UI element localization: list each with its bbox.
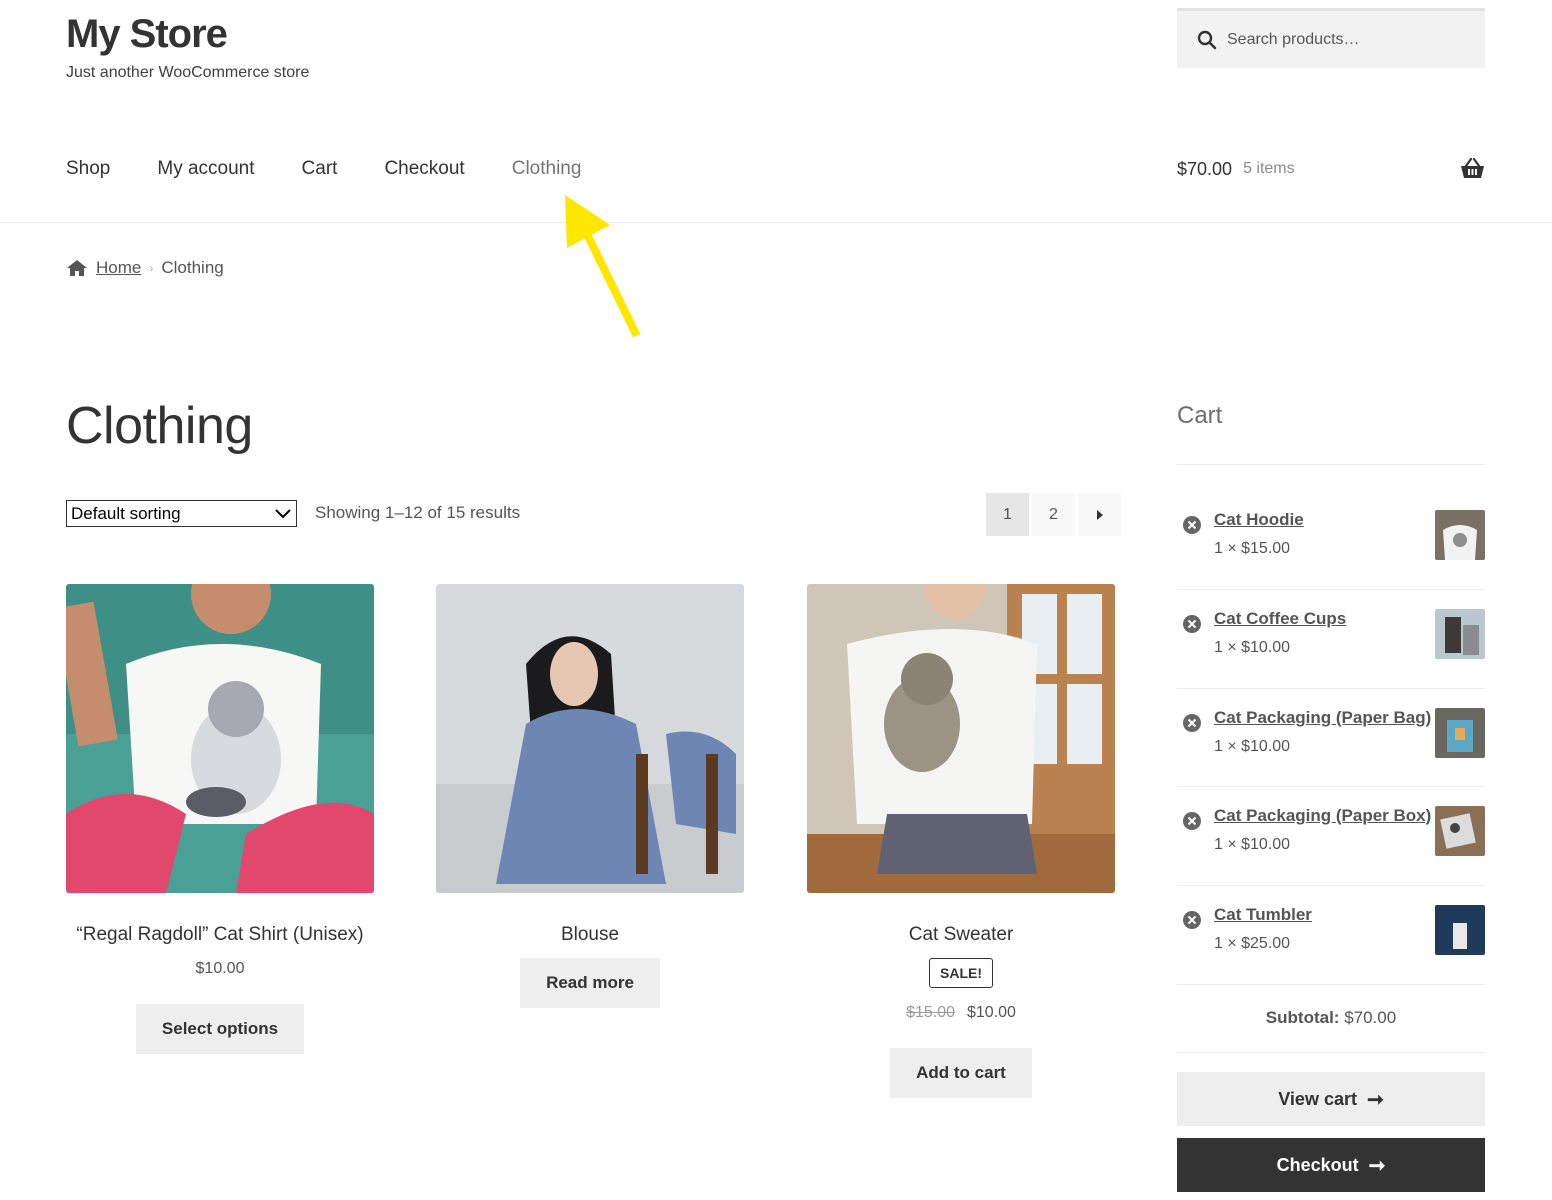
nav-clothing[interactable]: Clothing	[512, 158, 582, 180]
arrow-right-icon: ➞	[1366, 1088, 1384, 1111]
search-input[interactable]	[1227, 30, 1467, 49]
sort-select[interactable]: Default sorting	[66, 500, 297, 527]
product-image[interactable]	[436, 584, 744, 893]
view-cart-label: View cart	[1278, 1088, 1357, 1109]
subtotal-label: Subtotal:	[1265, 1008, 1340, 1027]
pagination: 1 2	[986, 493, 1121, 536]
result-count: Showing 1–12 of 15 results	[315, 503, 521, 522]
mini-cart-item-qty: 1 × $10.00	[1214, 639, 1291, 656]
cart-subtotal: Subtotal: $70.00	[1177, 1008, 1485, 1028]
product-image[interactable]	[807, 584, 1115, 893]
sale-badge: SALE!	[929, 958, 993, 988]
caret-right-icon	[1096, 509, 1103, 520]
remove-item-icon[interactable]	[1183, 516, 1201, 534]
mini-cart-item-qty: 1 × $10.00	[1214, 836, 1291, 853]
divider	[1177, 589, 1485, 590]
next-page-button[interactable]	[1078, 493, 1121, 536]
header-cart[interactable]: $70.00 5 items	[1177, 158, 1485, 180]
breadcrumb-home[interactable]: Home	[96, 258, 141, 278]
mini-cart-thumbnail[interactable]	[1435, 806, 1485, 856]
product-card: “Regal Ragdoll” Cat Shirt (Unisex) $10.0…	[66, 584, 374, 1054]
mini-cart-item: Cat Hoodie 1 × $15.00	[1177, 510, 1485, 609]
annotation-arrow-icon	[565, 195, 641, 338]
mini-cart-thumbnail[interactable]	[1435, 510, 1485, 560]
mini-cart-item-qty: 1 × $15.00	[1214, 540, 1291, 557]
divider	[1177, 984, 1485, 985]
product-name[interactable]: Cat Sweater	[807, 924, 1115, 946]
product-price: $10.00	[195, 960, 245, 977]
nav-shop[interactable]: Shop	[66, 158, 110, 180]
breadcrumb: Home › Clothing	[66, 258, 224, 278]
divider	[1177, 464, 1485, 465]
remove-item-icon[interactable]	[1183, 812, 1201, 830]
divider	[1177, 786, 1485, 787]
product-price: $15.00 $10.00	[807, 1004, 1115, 1022]
product-card: Cat Sweater SALE! $15.00 $10.00 Add to ca…	[807, 584, 1115, 1098]
mini-cart-item: Cat Packaging (Paper Bag) 1 × $10.00	[1177, 708, 1485, 807]
subtotal-value: $70.00	[1344, 1008, 1397, 1027]
view-cart-button[interactable]: View cart ➞	[1177, 1072, 1485, 1126]
nav-my-account[interactable]: My account	[157, 158, 254, 180]
mini-cart-item-name[interactable]: Cat Hoodie	[1214, 510, 1304, 530]
product-image[interactable]	[66, 584, 374, 893]
sort-select-value: Default sorting	[71, 503, 181, 523]
header-cart-count[interactable]: 5 items	[1243, 160, 1295, 178]
mini-cart-item: Cat Packaging (Paper Box) 1 × $10.00	[1177, 806, 1485, 905]
primary-nav: Shop My account Cart Checkout Clothing	[66, 158, 628, 180]
nav-cart[interactable]: Cart	[302, 158, 338, 180]
mini-cart-thumbnail[interactable]	[1435, 708, 1485, 758]
home-icon	[67, 260, 87, 276]
remove-item-icon[interactable]	[1183, 911, 1201, 929]
divider	[1177, 688, 1485, 689]
arrow-right-icon: ➞	[1368, 1154, 1386, 1177]
mini-cart-item: Cat Tumbler 1 × $25.00	[1177, 905, 1485, 1004]
mini-cart-item-name[interactable]: Cat Coffee Cups	[1214, 609, 1346, 629]
search-icon	[1197, 30, 1217, 49]
mini-cart-item-name[interactable]: Cat Packaging (Paper Bag)	[1214, 708, 1431, 728]
mini-cart-thumbnail[interactable]	[1435, 905, 1485, 955]
add-to-cart-button[interactable]: Add to cart	[890, 1048, 1032, 1098]
basket-icon[interactable]	[1460, 158, 1485, 180]
site-tagline: Just another WooCommerce store	[66, 64, 310, 81]
site-title[interactable]: My Store	[66, 12, 228, 57]
cart-widget-title: Cart	[1177, 402, 1223, 429]
old-price: $15.00	[906, 1004, 955, 1021]
product-card: Blouse Read more	[436, 584, 744, 1008]
sale-price: $10.00	[967, 1004, 1016, 1021]
nav-checkout[interactable]: Checkout	[384, 158, 464, 180]
breadcrumb-current: Clothing	[161, 258, 224, 277]
chevron-right-icon: ›	[149, 261, 154, 275]
mini-cart-item-name[interactable]: Cat Packaging (Paper Box)	[1214, 806, 1431, 826]
page-title: Clothing	[66, 397, 253, 455]
mini-cart-item-qty: 1 × $10.00	[1214, 738, 1291, 755]
mini-cart-item-name[interactable]: Cat Tumbler	[1214, 905, 1312, 925]
product-name[interactable]: “Regal Ragdoll” Cat Shirt (Unisex)	[66, 924, 374, 946]
mini-cart-thumbnail[interactable]	[1435, 609, 1485, 659]
read-more-button[interactable]: Read more	[520, 958, 660, 1008]
page-2[interactable]: 2	[1032, 493, 1075, 536]
chevron-down-icon	[275, 508, 291, 518]
checkout-button[interactable]: Checkout ➞	[1177, 1138, 1485, 1192]
header-cart-amount[interactable]: $70.00	[1177, 159, 1232, 180]
page-1: 1	[986, 493, 1029, 536]
header-divider	[0, 222, 1552, 223]
product-name[interactable]: Blouse	[436, 924, 744, 946]
checkout-label: Checkout	[1276, 1154, 1359, 1175]
divider	[1177, 1052, 1485, 1053]
remove-item-icon[interactable]	[1183, 615, 1201, 633]
divider	[1177, 885, 1485, 886]
mini-cart-item: Cat Coffee Cups 1 × $10.00	[1177, 609, 1485, 708]
select-options-button[interactable]: Select options	[135, 1004, 305, 1054]
mini-cart-item-qty: 1 × $25.00	[1214, 935, 1291, 952]
search-box[interactable]	[1177, 8, 1485, 68]
remove-item-icon[interactable]	[1183, 714, 1201, 732]
